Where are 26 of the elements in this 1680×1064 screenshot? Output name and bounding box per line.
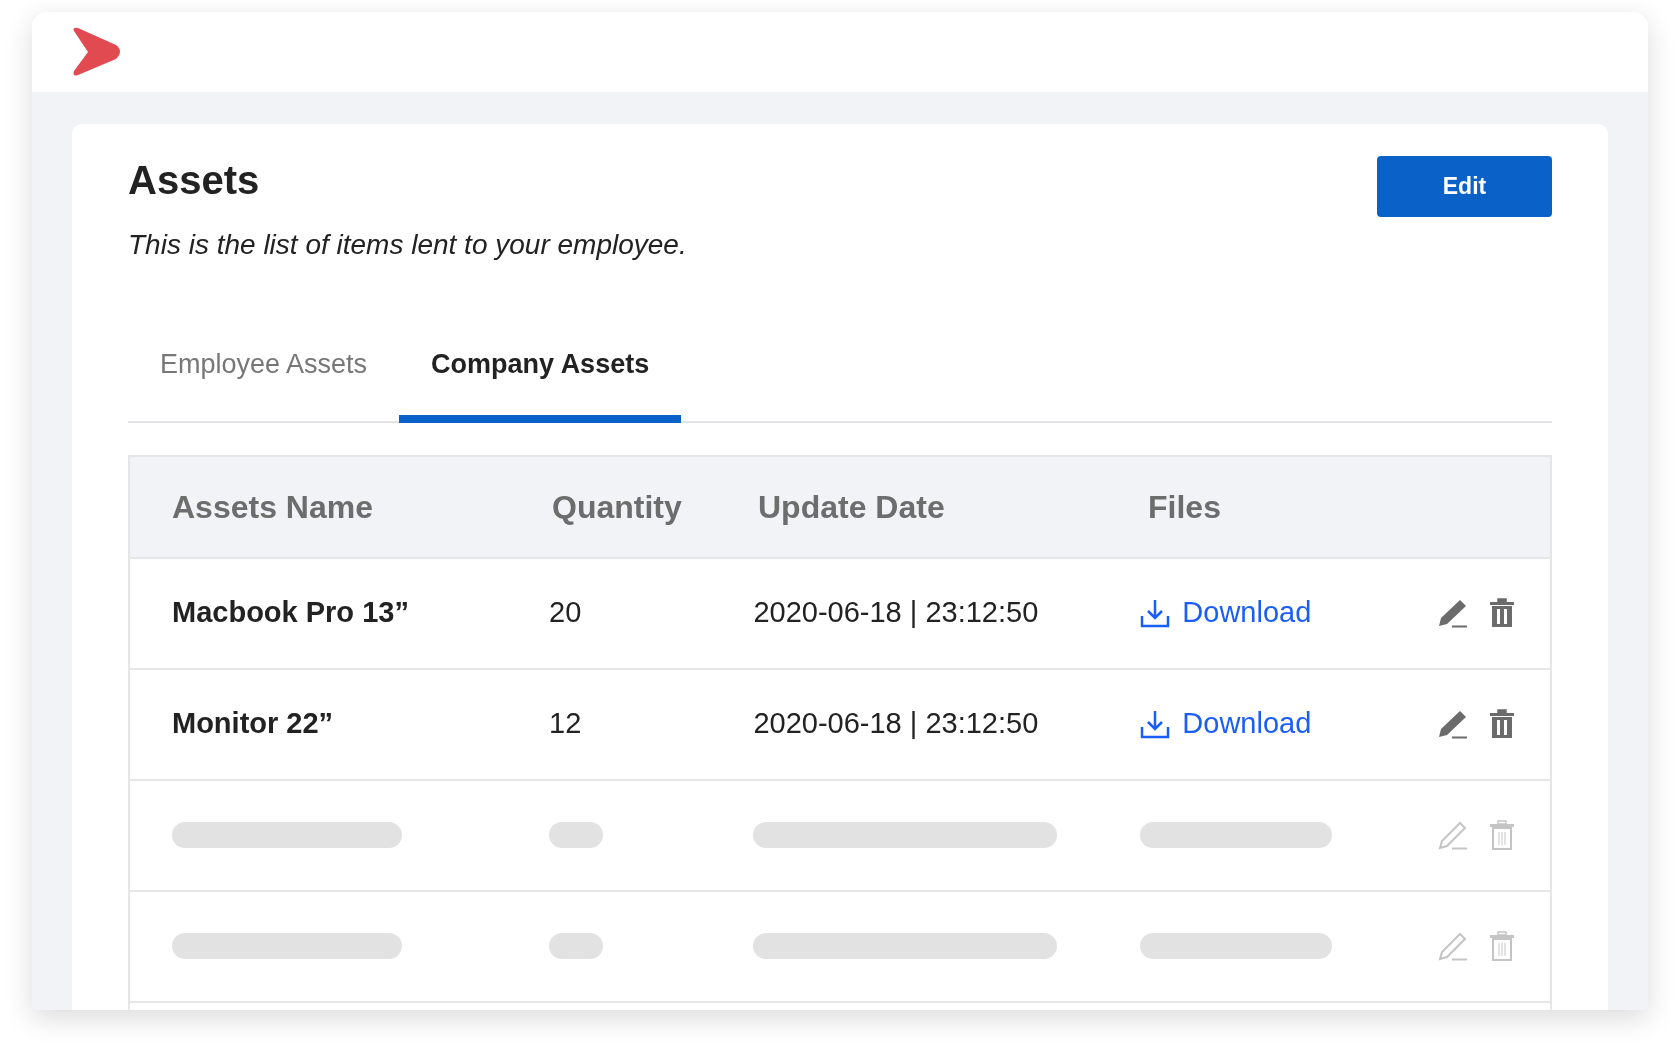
- page-subtitle: This is the list of items lent to your employee.: [128, 228, 687, 262]
- download-icon: [1140, 708, 1171, 739]
- loading-bar: [549, 822, 603, 848]
- table-cell: Monitor 22”: [172, 707, 334, 740]
- download-link[interactable]: Download: [1140, 702, 1312, 746]
- column-header: Update Date: [758, 488, 945, 525]
- logo-icon: [70, 27, 122, 77]
- edit-button[interactable]: Edit: [1377, 156, 1552, 217]
- tab[interactable]: Company Assets: [399, 344, 682, 423]
- column-header: Files: [1148, 488, 1221, 525]
- trash-icon[interactable]: [1490, 709, 1514, 739]
- download-icon: [1140, 597, 1171, 628]
- pencil-icon[interactable]: [1438, 598, 1468, 628]
- table-cell: Macbook Pro 13”: [172, 596, 409, 629]
- table-cell: 2020-06-18 | 23:12:50: [753, 707, 1039, 740]
- column-header: Quantity: [552, 488, 682, 525]
- download-link[interactable]: Download: [1140, 591, 1312, 635]
- tab[interactable]: Employee Assets: [128, 344, 400, 423]
- column-header: Assets Name: [172, 488, 373, 525]
- table-cell: 20: [549, 596, 582, 629]
- pencil-icon[interactable]: [1438, 709, 1468, 739]
- table-cell: 12: [549, 707, 582, 740]
- trash-icon[interactable]: [1490, 598, 1514, 628]
- table-cell: 2020-06-18 | 23:12:50: [753, 596, 1039, 629]
- page-title: Assets: [128, 157, 261, 204]
- loading-bar: [549, 933, 603, 959]
